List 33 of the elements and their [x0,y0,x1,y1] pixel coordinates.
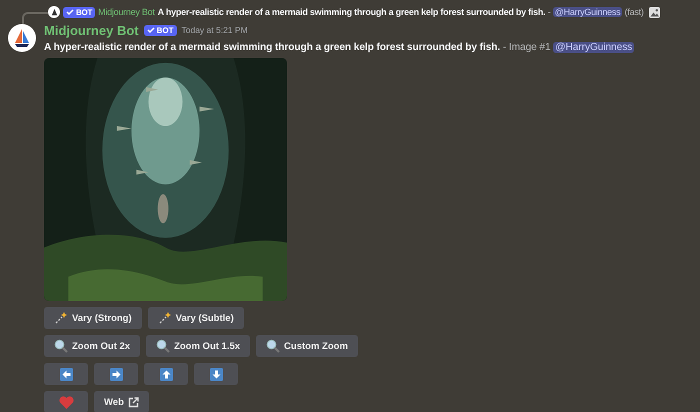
timestamp: Today at 5:21 PM [182,25,248,35]
vary-button[interactable]: Vary (Strong) [44,307,142,329]
external-link-icon [128,396,139,408]
magnifier-icon [266,339,280,353]
heart-icon [58,396,74,408]
zoom-button[interactable]: Zoom Out 2x [44,335,140,357]
reply-author[interactable]: Midjourney Bot [98,7,155,17]
zoom-button[interactable]: Zoom Out 1.5x [146,335,250,357]
bot-badge: BOT [144,24,176,36]
bot-avatar-icon[interactable] [8,24,36,52]
arrow-button[interactable] [194,363,238,385]
author-name[interactable]: Midjourney Bot [44,22,139,38]
up-arrow-icon [160,368,172,380]
message-text: A hyper-realistic render of a mermaid swimming through a green kelp forest surrounded by fish. - Image #1 @HarryGuinness [44,42,634,53]
arrow-button[interactable] [144,363,188,385]
right-arrow-icon [110,368,122,380]
bot-badge: BOT [63,6,96,18]
bot-avatar-icon [48,6,60,18]
wand-icon [54,311,68,325]
magnifier-icon [54,339,68,353]
image-icon [648,6,660,18]
vary-button[interactable]: Vary (Subtle) [148,307,244,329]
left-arrow-icon [60,368,72,380]
arrow-button[interactable] [44,363,88,385]
wand-icon [158,311,172,325]
web-link-button[interactable]: Web [94,391,149,412]
check-icon [66,8,74,16]
magnifier-icon [156,339,170,353]
zoom-button[interactable]: Custom Zoom [256,335,358,357]
check-icon [146,26,155,34]
arrow-button[interactable] [94,363,138,385]
down-arrow-icon [210,368,222,380]
replied-message-text: A hyper-realistic render of a mermaid swimming through a green kelp forest surrounded by fish. - @HarryGuinness (fast) [158,7,644,17]
